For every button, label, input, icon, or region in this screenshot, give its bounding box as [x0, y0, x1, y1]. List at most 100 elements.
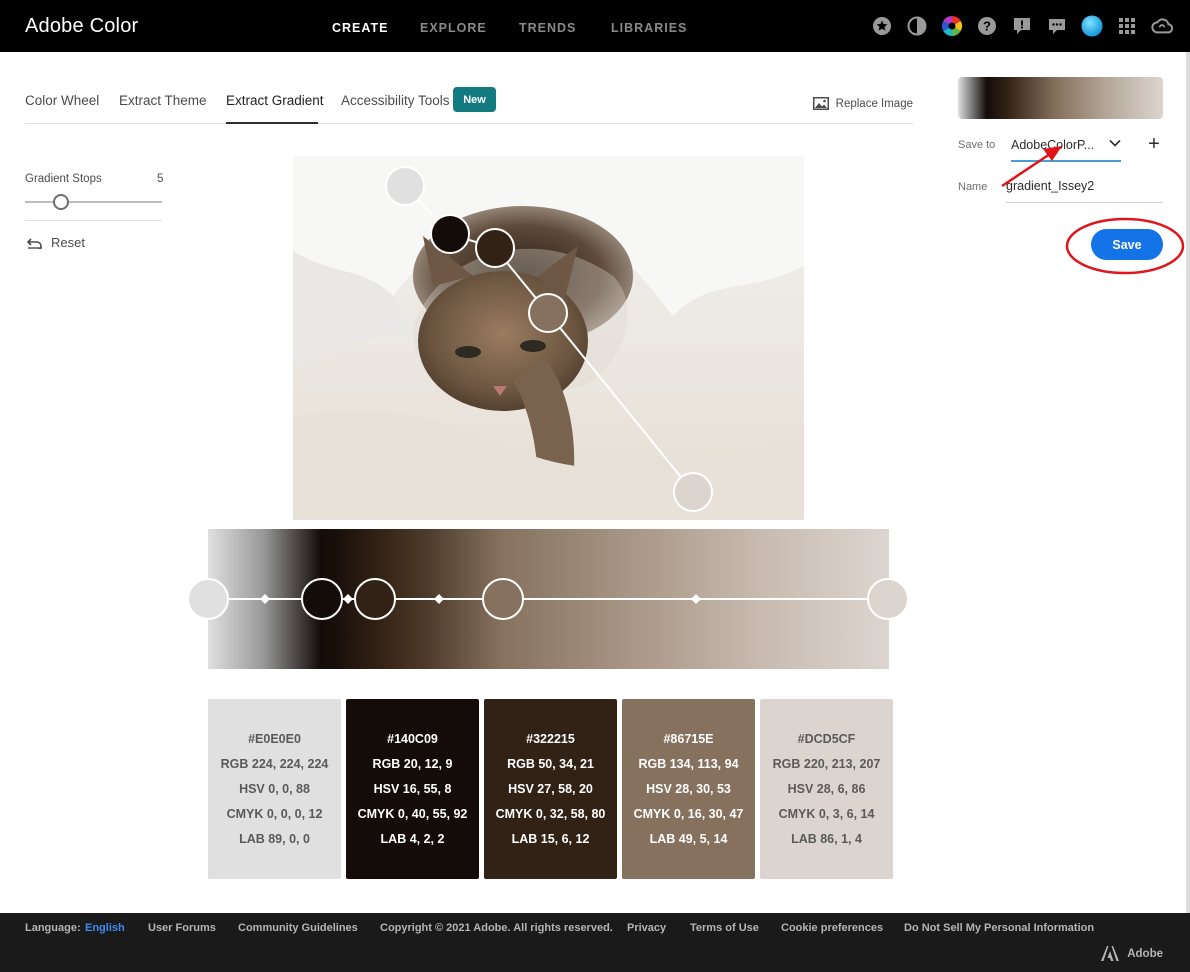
gradient-name-value: gradient_Issey2: [1006, 179, 1095, 193]
reset-label: Reset: [51, 235, 85, 250]
swatch-cmyk: CMYK 0, 0, 0, 12: [226, 807, 323, 821]
active-tab-indicator: [226, 122, 318, 124]
library-dropdown[interactable]: AdobeColorP...: [1011, 134, 1121, 162]
gradient-stops-value: 5: [157, 173, 164, 185]
color-swatch[interactable]: #E0E0E0 RGB 224, 224, 224 HSV 0, 0, 88 C…: [208, 699, 341, 879]
gradient-stop-3[interactable]: [354, 578, 396, 620]
cat-photo: [293, 156, 804, 520]
top-bar: Adobe Color CREATE EXPLORE TRENDS LIBRAR…: [0, 0, 1190, 52]
divider: [25, 220, 162, 221]
swatch-rgb: RGB 134, 113, 94: [638, 757, 739, 771]
language-label: Language:: [25, 922, 81, 934]
language-selector[interactable]: English: [85, 922, 125, 934]
nav-trends[interactable]: TRENDS: [519, 21, 576, 35]
app-brand[interactable]: Adobe Color: [25, 15, 138, 38]
swatch-rgb: RGB 20, 12, 9: [372, 757, 453, 771]
footer-link-cookie-preferences[interactable]: Cookie preferences: [781, 922, 883, 934]
adobe-footer-logo[interactable]: Adobe: [1101, 946, 1163, 961]
gradient-stops-label: Gradient Stops: [25, 173, 102, 185]
name-label: Name: [958, 181, 988, 193]
image-icon: [812, 97, 829, 110]
swatch-hex[interactable]: #DCD5CF: [798, 732, 856, 746]
swatch-hsv: HSV 28, 6, 86: [787, 782, 866, 796]
gradient-stop-5[interactable]: [867, 578, 909, 620]
save-to-label: Save to: [958, 139, 996, 151]
chevron-down-icon: [1109, 139, 1121, 147]
creative-cloud-icon[interactable]: [1151, 15, 1173, 37]
color-swatch[interactable]: #86715E RGB 134, 113, 94 HSV 28, 30, 53 …: [622, 699, 755, 879]
footer-link-privacy[interactable]: Privacy: [627, 922, 666, 934]
color-swatch[interactable]: #322215 RGB 50, 34, 21 HSV 27, 58, 20 CM…: [484, 699, 617, 879]
swatch-hsv: HSV 28, 30, 53: [646, 782, 731, 796]
gradient-stop-1[interactable]: [187, 578, 229, 620]
tab-color-wheel[interactable]: Color Wheel: [25, 93, 99, 108]
footer-link-community-guidelines[interactable]: Community Guidelines: [238, 922, 358, 934]
swatch-hex[interactable]: #86715E: [663, 732, 713, 746]
replace-image-label: Replace Image: [835, 97, 913, 110]
nav-libraries[interactable]: LIBRARIES: [611, 21, 687, 35]
chat-icon[interactable]: [1046, 15, 1068, 37]
nav-create[interactable]: CREATE: [332, 21, 388, 35]
apps-grid-icon[interactable]: [1116, 15, 1138, 37]
undo-icon: [27, 237, 42, 249]
top-icons: ?: [871, 15, 1173, 37]
star-icon[interactable]: [871, 15, 893, 37]
contrast-icon[interactable]: [906, 15, 928, 37]
photo-stop-3[interactable]: [475, 228, 515, 268]
mode-tabs: Color Wheel Extract Theme Extract Gradie…: [25, 84, 913, 124]
swatch-cmyk: CMYK 0, 16, 30, 47: [633, 807, 744, 821]
save-button[interactable]: Save: [1091, 229, 1163, 260]
gradient-thumbnail: [958, 77, 1163, 119]
feedback-icon[interactable]: [1011, 15, 1033, 37]
swatch-lab: LAB 4, 2, 2: [380, 832, 445, 846]
swatch-hex[interactable]: #322215: [526, 732, 575, 746]
gradient-name-field[interactable]: gradient_Issey2: [1006, 176, 1163, 203]
footer: Language: English User Forums Community …: [0, 913, 1190, 972]
adobe-logo-icon: [1101, 946, 1120, 961]
user-avatar[interactable]: [1081, 15, 1103, 37]
footer-link-do-not-sell[interactable]: Do Not Sell My Personal Information: [904, 922, 1094, 934]
gradient-stop-2[interactable]: [301, 578, 343, 620]
replace-image-button[interactable]: Replace Image: [812, 97, 913, 110]
swatch-hex[interactable]: #E0E0E0: [248, 732, 301, 746]
swatch-lab: LAB 49, 5, 14: [649, 832, 728, 846]
new-badge: New: [453, 87, 496, 112]
photo-stop-2[interactable]: [430, 214, 470, 254]
scrollbar-edge: [1186, 52, 1190, 913]
photo-stop-4[interactable]: [528, 293, 568, 333]
tab-accessibility-tools[interactable]: Accessibility Tools: [341, 93, 450, 108]
swatch-lab: LAB 89, 0, 0: [239, 832, 310, 846]
photo-stop-5[interactable]: [673, 472, 713, 512]
swatch-cmyk: CMYK 0, 32, 58, 80: [495, 807, 606, 821]
swatch-hsv: HSV 27, 58, 20: [508, 782, 593, 796]
swatch-cmyk: CMYK 0, 40, 55, 92: [357, 807, 468, 821]
help-icon[interactable]: ?: [976, 15, 998, 37]
footer-link-terms-of-use[interactable]: Terms of Use: [690, 922, 759, 934]
swatch-lab: LAB 15, 6, 12: [511, 832, 590, 846]
source-photo[interactable]: [293, 156, 804, 520]
svg-text:?: ?: [983, 19, 991, 34]
copyright-text: Copyright © 2021 Adobe. All rights reser…: [380, 922, 613, 934]
gradient-stops-slider-track[interactable]: [25, 201, 162, 203]
gradient-stop-4[interactable]: [482, 578, 524, 620]
swatch-hex[interactable]: #140C09: [387, 732, 438, 746]
swatch-rgb: RGB 220, 213, 207: [772, 757, 881, 771]
swatch-rgb: RGB 224, 224, 224: [220, 757, 329, 771]
swatch-hsv: HSV 16, 55, 8: [373, 782, 452, 796]
tab-extract-gradient[interactable]: Extract Gradient: [226, 93, 324, 108]
swatch-rgb: RGB 50, 34, 21: [507, 757, 594, 771]
gradient-stops-slider-thumb[interactable]: [53, 194, 69, 210]
color-wheel-icon[interactable]: [941, 15, 963, 37]
swatch-hsv: HSV 0, 0, 88: [239, 782, 310, 796]
tab-extract-theme[interactable]: Extract Theme: [119, 93, 207, 108]
color-swatch[interactable]: #DCD5CF RGB 220, 213, 207 HSV 28, 6, 86 …: [760, 699, 893, 879]
add-library-button[interactable]: +: [1145, 134, 1163, 154]
adobe-footer-text: Adobe: [1127, 947, 1163, 960]
swatch-cmyk: CMYK 0, 3, 6, 14: [778, 807, 875, 821]
nav-explore[interactable]: EXPLORE: [420, 21, 487, 35]
swatch-lab: LAB 86, 1, 4: [791, 832, 862, 846]
footer-link-user-forums[interactable]: User Forums: [148, 922, 216, 934]
photo-stop-1[interactable]: [385, 166, 425, 206]
color-swatch[interactable]: #140C09 RGB 20, 12, 9 HSV 16, 55, 8 CMYK…: [346, 699, 479, 879]
reset-button[interactable]: Reset: [27, 235, 85, 250]
